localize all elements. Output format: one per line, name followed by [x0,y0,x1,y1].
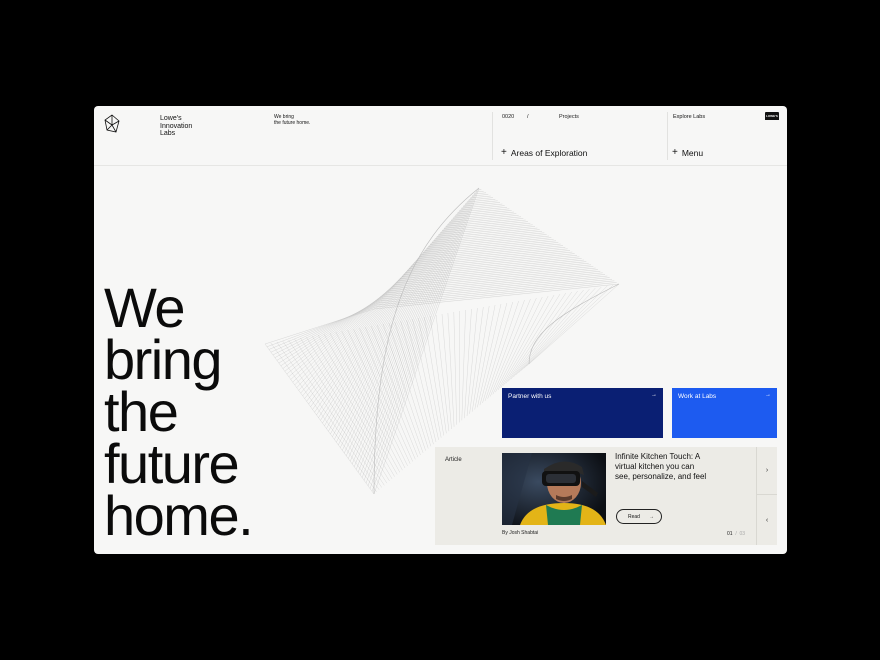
lowes-labs-logo-icon[interactable] [104,114,120,134]
article-label: Article [445,457,462,463]
chevron-right-icon: › [765,467,769,474]
article-carousel: Article Infinite Kitchen Touch: A virtua… [435,447,777,545]
work-at-labs-card[interactable]: Work at Labs → [672,388,777,438]
vr-headset-person-image [502,453,606,525]
chevron-left-icon: ‹ [765,516,769,524]
menu-label: Menu [681,148,704,158]
article-thumbnail[interactable] [502,453,606,525]
arrow-right-icon: → [651,392,657,398]
partner-with-us-card[interactable]: Partner with us → [502,388,663,438]
header-divider [492,112,493,160]
hero-line-3: the [104,380,179,443]
hero-line-1: We [104,276,186,339]
article-byline: By Josh Shabtai [502,530,539,536]
brand-line-1: Lowe's [160,115,182,122]
areas-label: Areas of Exploration [510,148,588,158]
explore-labs-link[interactable]: Explore Labs [673,114,705,120]
menu-button[interactable]: + Menu [672,147,704,159]
read-label: Read [628,513,640,520]
hero-headline: We bring the future home. [104,276,364,547]
hero-line-5: home. [104,484,254,547]
brand-line-3: Labs [160,130,176,137]
header-tagline: We bring the future home. [274,114,334,126]
next-slide-button[interactable]: › [757,447,777,495]
browser-window: Lowe's Innovation Labs We bring the futu… [94,106,787,554]
arrow-right-icon: → [765,392,771,398]
hero-line-4: future [104,432,240,495]
breadcrumb-number: 0020 [502,114,515,120]
plus-icon: + [672,147,678,158]
site-header: Lowe's Innovation Labs We bring the futu… [94,106,787,166]
brand-name[interactable]: Lowe's Innovation Labs [160,115,220,138]
plus-icon: + [501,147,507,158]
header-divider [667,112,668,160]
previous-slide-button[interactable]: ‹ [757,496,777,544]
breadcrumb-separator: / [527,114,529,120]
read-button[interactable]: Read → [616,509,662,524]
arrow-right-icon: → [649,513,654,520]
work-label: Work at Labs [678,393,717,400]
carousel-nav: › ‹ [756,447,777,545]
tagline-line-2: the future home. [274,120,311,126]
breadcrumb-projects-link[interactable]: Projects [559,114,579,120]
brand-line-2: Innovation [160,122,193,130]
carousel-pagination: 01 / 03 [727,531,745,537]
partner-label: Partner with us [508,393,552,400]
page-total: 03 [739,531,746,537]
areas-of-exploration-button[interactable]: + Areas of Exploration [501,147,588,159]
page-separator: / [735,531,737,537]
article-title[interactable]: Infinite Kitchen Touch: A virtual kitche… [615,452,711,482]
lowes-logo-badge[interactable]: LOWE'S [765,112,779,120]
hero-line-2: bring [104,328,223,391]
page-current: 01 [727,531,733,537]
